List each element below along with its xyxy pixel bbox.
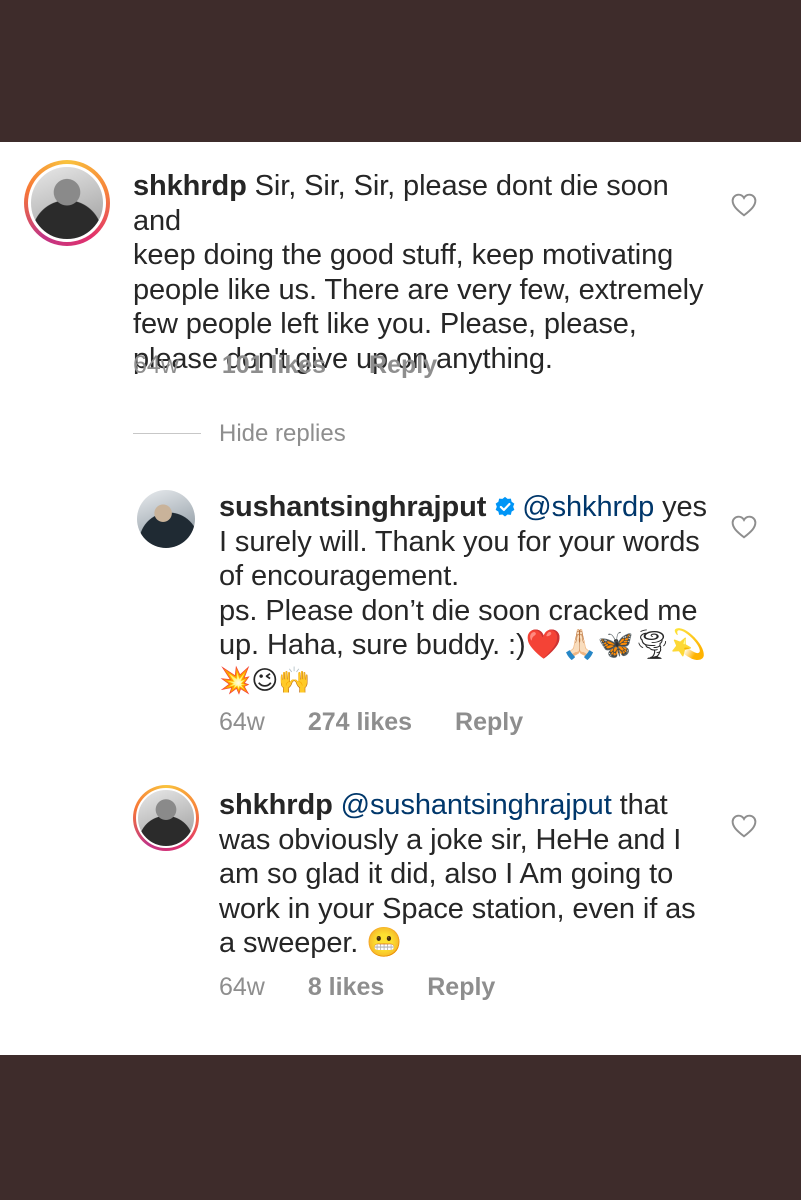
reply-button[interactable]: Reply [455, 708, 523, 736]
likes-count[interactable]: 101 likes [222, 351, 326, 379]
avatar-shkhrdp[interactable] [133, 785, 199, 851]
comment-username[interactable]: shkhrdp [219, 789, 333, 821]
reply-button[interactable]: Reply [369, 351, 437, 379]
comment-line: keep doing the good stuff, keep motivati… [133, 239, 674, 271]
avatar-shkhrdp[interactable] [24, 160, 110, 246]
comment-text: shkhrdp Sir, Sir, Sir, please dont die s… [133, 169, 723, 376]
comment-meta: 64w 8 likes Reply [219, 973, 531, 1002]
likes-count[interactable]: 274 likes [308, 708, 412, 736]
comment-age: 64w [219, 708, 265, 736]
comment-line: of encouragement. [219, 560, 460, 592]
comment-emoji-line: 💥😉🙌 [219, 665, 311, 696]
hide-replies-button[interactable]: Hide replies [219, 420, 346, 448]
comment-meta: 64w 274 likes Reply [219, 708, 559, 737]
reply-button[interactable]: Reply [427, 973, 495, 1001]
comment-mention[interactable]: @shkhrdp [522, 491, 654, 523]
verified-badge-icon [495, 496, 515, 517]
comment-age: 64w [133, 351, 179, 379]
comment-line: was obviously a joke sir, HeHe and I [219, 823, 682, 856]
comment-line: people like us. There are very few, extr… [133, 273, 704, 306]
comment-line: ps. Please don’t die soon cracked me [219, 594, 698, 627]
hide-replies-divider [133, 433, 201, 434]
comment-meta: 64w 101 likes Reply [133, 351, 473, 380]
comment-line: that [619, 789, 668, 821]
comment-username[interactable]: sushantsinghrajput [219, 491, 486, 523]
avatar-sushantsinghrajput[interactable] [137, 490, 195, 548]
comment-line: yes [662, 491, 707, 523]
comment-line: work in your Space station, even if as [219, 892, 696, 925]
likes-count[interactable]: 8 likes [308, 973, 384, 1001]
comment-text: shkhrdp @sushantsinghrajput that was obv… [219, 788, 719, 961]
comment-line: am so glad it did, also I Am going to [219, 858, 674, 890]
comment-line: up. Haha, sure buddy. :)❤️🙏🏻🦋🌪💫 [219, 629, 707, 661]
comment-age: 64w [219, 973, 265, 1001]
heart-outline-icon[interactable] [731, 515, 757, 539]
avatar-image [136, 788, 196, 848]
comment-line: a sweeper. 😬 [219, 927, 403, 959]
comment-line: I surely will. Thank you for your words [219, 525, 700, 558]
comment-line: few people left like you. Please, please… [133, 308, 637, 340]
comment-username[interactable]: shkhrdp [133, 170, 247, 202]
comment-text: sushantsinghrajput @shkhrdp yes I surely… [219, 490, 719, 698]
comment-mention[interactable]: @sushantsinghrajput [341, 789, 612, 821]
avatar-image [28, 164, 106, 242]
heart-outline-icon[interactable] [731, 193, 757, 217]
heart-outline-icon[interactable] [731, 814, 757, 838]
